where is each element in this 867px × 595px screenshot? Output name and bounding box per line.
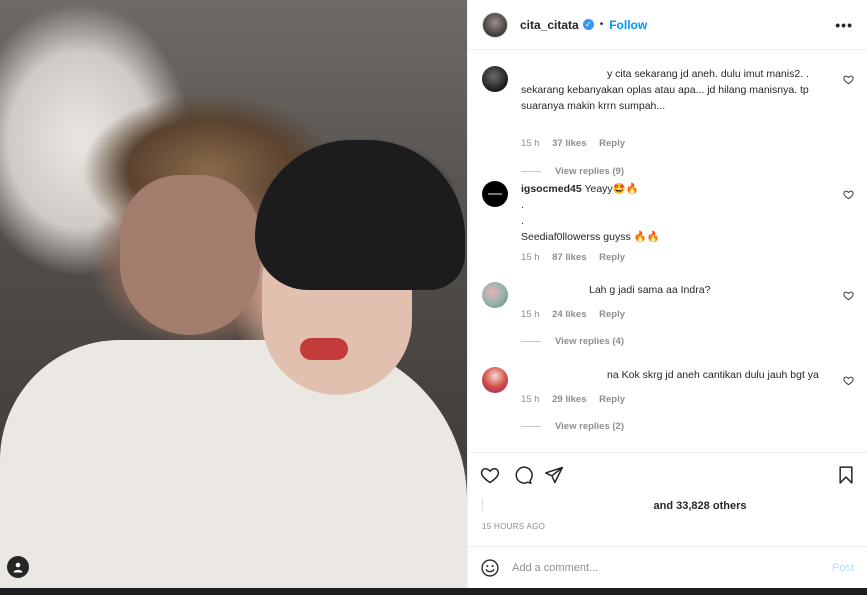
post-timestamp[interactable]: 15 HOURS AGO <box>482 522 545 531</box>
comment-likes[interactable]: 87 likes <box>552 252 586 263</box>
reply-button[interactable]: Reply <box>599 394 625 405</box>
replies-divider <box>521 171 541 172</box>
comments-list[interactable]: y cita sekarang jd aneh. dulu imut manis… <box>468 50 867 452</box>
view-replies-button[interactable]: View replies (4) <box>521 336 624 347</box>
reply-button[interactable]: Reply <box>599 138 625 149</box>
like-comment-heart-icon[interactable] <box>843 290 854 301</box>
comment-line: Yeayy🤩🔥 <box>584 183 639 195</box>
comment-time: 15 h <box>521 252 540 263</box>
emoji-icon[interactable] <box>480 558 500 578</box>
comment-username[interactable]: igsocmed45 <box>521 183 582 195</box>
comment-input[interactable] <box>512 561 832 574</box>
user-tag-icon[interactable] <box>7 556 29 578</box>
post-panel: cita_citata ✓ • Follow ••• y cita sekara… <box>467 0 867 588</box>
post-comment-button[interactable]: Post <box>832 562 854 574</box>
view-replies-button[interactable]: View replies (9) <box>521 166 624 177</box>
comment-line: . <box>521 199 524 211</box>
comment-line: Seediaf0llowerss guyss 🔥🔥 <box>521 231 660 243</box>
comment-avatar[interactable] <box>482 282 508 308</box>
comment-likes[interactable]: 37 likes <box>552 138 586 149</box>
comment-meta: 15 h 29 likes Reply <box>521 394 635 405</box>
comment-text: igsocmed45 Yeayy🤩🔥 . . Seediaf0llowerss … <box>521 181 839 245</box>
follow-button[interactable]: Follow <box>609 18 647 32</box>
heart-icon[interactable] <box>480 465 500 485</box>
comment-time: 15 h <box>521 394 540 405</box>
like-comment-heart-icon[interactable] <box>843 74 854 85</box>
comment-meta: 15 h 37 likes Reply <box>521 138 635 149</box>
replies-divider <box>521 341 541 342</box>
replies-divider <box>521 426 541 427</box>
comment-text: y cita sekarang jd aneh. dulu imut manis… <box>521 66 839 114</box>
comment-body: na Kok skrg jd aneh cantikan dulu jauh b… <box>607 369 819 381</box>
comment-time: 15 h <box>521 138 540 149</box>
comment-line: . <box>521 215 524 227</box>
comment-body: y cita sekarang jd aneh. dulu imut manis… <box>521 68 809 112</box>
reply-button[interactable]: Reply <box>599 309 625 320</box>
likes-summary[interactable]: ▏ and 33,828 others <box>482 499 746 512</box>
comment-likes[interactable]: 24 likes <box>552 309 586 320</box>
view-replies-label: View replies (4) <box>555 336 624 347</box>
comment-body: Lah g jadi sama aa Indra? <box>589 284 711 296</box>
avatar-logo <box>488 193 502 195</box>
photo-person-left <box>120 175 260 335</box>
view-replies-button[interactable]: View replies (2) <box>521 421 624 432</box>
page-bottom-edge <box>0 588 867 595</box>
comment-likes[interactable]: 29 likes <box>552 394 586 405</box>
redacted-liker: ▏ <box>482 500 491 512</box>
post-header: cita_citata ✓ • Follow ••• <box>468 0 867 50</box>
more-options-icon[interactable]: ••• <box>835 17 853 33</box>
comment-text: na Kok skrg jd aneh cantikan dulu jauh b… <box>521 367 839 383</box>
author-avatar[interactable] <box>482 11 508 38</box>
photo-lips <box>300 338 348 360</box>
view-replies-label: View replies (2) <box>555 421 624 432</box>
comment-time: 15 h <box>521 309 540 320</box>
comment-meta: 15 h 24 likes Reply <box>521 309 635 320</box>
comment-avatar[interactable] <box>482 66 508 92</box>
bookmark-icon[interactable] <box>836 465 856 485</box>
author-username[interactable]: cita_citata <box>520 18 579 32</box>
reply-button[interactable]: Reply <box>599 252 625 263</box>
comment-icon[interactable] <box>513 465 533 485</box>
like-comment-heart-icon[interactable] <box>843 375 854 386</box>
comment-text: Lah g jadi sama aa Indra? <box>521 282 839 298</box>
add-comment-bar: Post <box>468 546 867 588</box>
comment-avatar[interactable] <box>482 181 508 207</box>
post-photo[interactable] <box>0 0 467 588</box>
comment-avatar[interactable] <box>482 367 508 393</box>
photo-coat <box>0 340 467 588</box>
separator-dot: • <box>599 19 604 30</box>
verified-badge-icon: ✓ <box>582 19 594 30</box>
like-comment-heart-icon[interactable] <box>843 189 854 200</box>
photo-cap <box>255 140 465 290</box>
view-replies-label: View replies (9) <box>555 166 624 177</box>
share-icon[interactable] <box>544 465 564 485</box>
action-bar <box>468 452 867 496</box>
likes-count[interactable]: and 33,828 others <box>654 500 747 512</box>
comment-meta: 15 h 87 likes Reply <box>521 252 635 263</box>
